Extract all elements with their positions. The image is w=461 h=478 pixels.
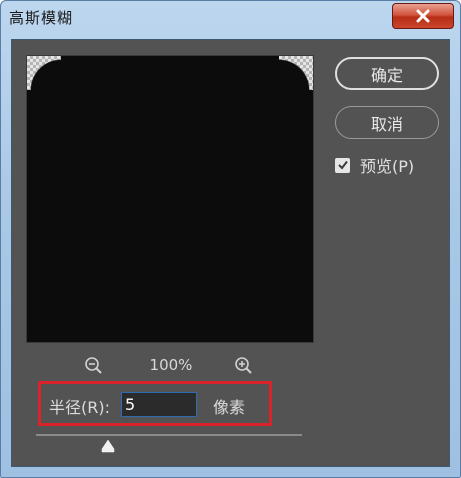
zoom-level: 100% bbox=[149, 356, 193, 374]
preview-checkbox-label: 预览(P) bbox=[360, 157, 415, 176]
title-bar[interactable]: 高斯模糊 bbox=[1, 1, 460, 37]
cancel-button[interactable]: 取消 bbox=[335, 106, 439, 139]
radius-slider-track[interactable] bbox=[36, 434, 302, 436]
preview-area[interactable] bbox=[26, 55, 314, 343]
close-button[interactable] bbox=[392, 3, 454, 29]
radius-label: 半径(R): bbox=[49, 398, 110, 417]
preview-transparency-corner bbox=[279, 56, 313, 90]
radius-highlight-box: 半径(R): 像素 bbox=[38, 381, 272, 426]
zoom-out-icon[interactable] bbox=[84, 356, 104, 376]
preview-checkbox-row[interactable]: 预览(P) bbox=[335, 155, 415, 176]
radius-unit-label: 像素 bbox=[213, 398, 246, 417]
dialog-window: 高斯模糊 100% 半径(R): 5 像素 确定 取消 预览(P) bbox=[0, 0, 461, 478]
ok-button[interactable]: 确定 bbox=[335, 57, 439, 90]
preview-checkbox[interactable] bbox=[335, 156, 350, 175]
slider-thumb-icon[interactable] bbox=[101, 438, 115, 453]
window-title: 高斯模糊 bbox=[9, 9, 74, 27]
zoom-in-icon[interactable] bbox=[234, 356, 254, 376]
checkmark-icon bbox=[337, 156, 349, 175]
radius-input[interactable] bbox=[121, 392, 197, 417]
zoom-controls: 100% bbox=[26, 354, 314, 376]
dialog-body: 100% 半径(R): 像素 确定 取消 bbox=[11, 39, 450, 467]
preview-transparency-corner bbox=[27, 56, 61, 90]
close-icon bbox=[415, 9, 431, 23]
